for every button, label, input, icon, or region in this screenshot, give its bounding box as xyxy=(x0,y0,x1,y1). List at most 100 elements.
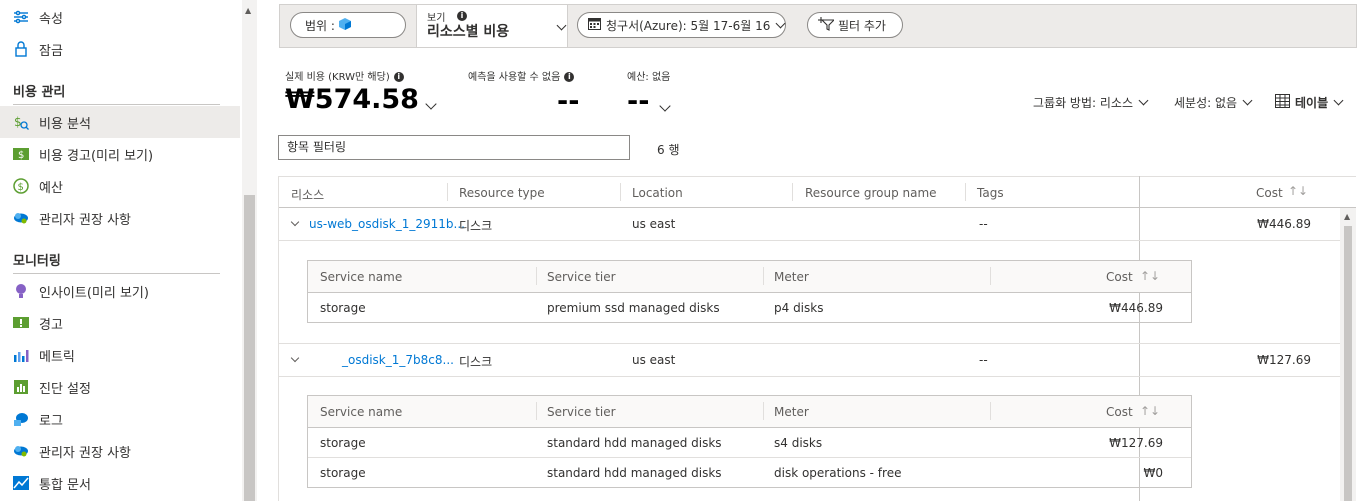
scrollbar-thumb[interactable] xyxy=(244,195,255,501)
sidebar-item-label: 잠금 xyxy=(39,43,63,59)
sub-col-service[interactable]: Service name xyxy=(320,405,402,419)
metrics-icon xyxy=(13,347,29,363)
sub-col-service[interactable]: Service name xyxy=(320,270,402,284)
actual-cost-amount: ₩574.58 xyxy=(285,84,419,115)
col-header-type[interactable]: Resource type xyxy=(459,186,545,200)
sidebar-item-insights[interactable]: 인사이트(미리 보기) xyxy=(0,275,240,307)
resource-cube-icon xyxy=(338,17,351,33)
date-range-value: 청구서(Azure): 5월 17-6월 16 xyxy=(606,18,771,33)
toolbar: 범위 : 보기 i 리소스별 비용 청구서(Azure): 5월 17-6월 1… xyxy=(279,4,1357,48)
sidebar-scrollbar[interactable]: ▲ xyxy=(242,0,257,501)
sidebar-item-properties[interactable]: 속성 xyxy=(0,1,240,33)
sub-col-tier[interactable]: Service tier xyxy=(547,270,616,284)
sidebar-item-label: 경고 xyxy=(39,317,63,333)
table-icon xyxy=(1275,94,1290,111)
sidebar-item-label: 진단 설정 xyxy=(39,381,91,397)
location: us east xyxy=(632,353,676,367)
sidebar-item-label: 인사이트(미리 보기) xyxy=(39,285,149,301)
workbooks-icon xyxy=(13,475,29,491)
col-header-cost[interactable]: Cost xyxy=(1256,186,1283,200)
view-selector[interactable]: 보기 i 리소스별 비용 xyxy=(416,5,568,47)
sub-table-header: Service name Service tier Meter Cost ↑↓ xyxy=(308,396,1191,428)
forecast-value: -- xyxy=(557,86,580,117)
actual-cost-value[interactable]: ₩574.58 xyxy=(285,84,437,115)
granularity-dropdown[interactable]: 세분성: 없음 xyxy=(1174,94,1253,111)
chevron-down-icon[interactable] xyxy=(290,217,300,227)
cost-analysis-icon: $ xyxy=(13,114,29,130)
sidebar-item-label: 예산 xyxy=(39,180,63,196)
info-icon: i xyxy=(393,72,404,82)
col-header-tags[interactable]: Tags xyxy=(977,186,1004,200)
add-filter-button[interactable]: 필터 추가 xyxy=(807,12,903,38)
sidebar-item-cost-alerts[interactable]: $ 비용 경고(미리 보기) xyxy=(0,138,240,170)
table-row[interactable]: us-web_osdisk_1_2911b... 디스크 us east -- … xyxy=(279,208,1340,241)
resource-type: 디스크 xyxy=(459,219,493,233)
properties-icon xyxy=(13,9,29,25)
table-scrollbar[interactable]: ▲ xyxy=(1340,208,1356,501)
resource-link[interactable]: _osdisk_1_7b8c8... xyxy=(342,353,454,367)
sort-icon[interactable]: ↑↓ xyxy=(1288,184,1308,198)
sub-table-row: storage standard hdd managed disks disk … xyxy=(308,458,1191,487)
forecast-label: 예측을 사용할 수 없음 i xyxy=(468,68,575,83)
sidebar-item-label: 비용 분석 xyxy=(39,116,91,132)
budget-label: 예산: 없음 xyxy=(627,72,671,83)
sidebar-item-diagnostics[interactable]: 진단 설정 xyxy=(0,371,240,403)
col-header-resource[interactable]: 리소스 xyxy=(291,186,324,203)
budget-value[interactable]: -- xyxy=(627,86,672,117)
sidebar-item-budgets[interactable]: $ 예산 xyxy=(0,170,240,202)
sidebar-item-label: 관리자 권장 사항 xyxy=(39,445,131,461)
column-divider xyxy=(792,183,793,201)
resource-link[interactable]: us-web_osdisk_1_2911b... xyxy=(309,217,465,231)
column-divider xyxy=(620,183,621,201)
resource-type: 디스크 xyxy=(459,355,493,369)
scroll-up-icon[interactable]: ▲ xyxy=(1344,212,1350,221)
table-header: 리소스 Resource type Location Resource grou… xyxy=(279,176,1356,208)
sidebar-item-locks[interactable]: 잠금 xyxy=(0,33,240,65)
sub-col-meter[interactable]: Meter xyxy=(774,405,809,419)
sidebar-item-advisor[interactable]: 관리자 권장 사항 xyxy=(0,202,240,234)
sidebar-item-logs[interactable]: 로그 xyxy=(0,403,240,435)
sort-icon[interactable]: ↑↓ xyxy=(1140,404,1160,418)
meter: s4 disks xyxy=(774,436,823,450)
view-type-dropdown[interactable]: 테이블 xyxy=(1275,94,1344,111)
sub-col-meter[interactable]: Meter xyxy=(774,270,809,284)
service-name: storage xyxy=(320,466,366,480)
group-by-dropdown[interactable]: 그룹화 방법: 리소스 xyxy=(1033,94,1149,111)
sub-col-tier[interactable]: Service tier xyxy=(547,405,616,419)
group-by-label: 그룹화 방법: 리소스 xyxy=(1033,96,1133,110)
service-tier: premium ssd managed disks xyxy=(547,301,720,315)
date-range-pill[interactable]: 청구서(Azure): 5월 17-6월 16 xyxy=(577,12,786,38)
logs-icon xyxy=(13,411,29,427)
sidebar-item-label: 로그 xyxy=(39,413,63,429)
sub-col-cost[interactable]: Cost xyxy=(1106,270,1133,284)
table-row[interactable]: _osdisk_1_7b8c8... 디스크 us east -- ₩127.6… xyxy=(279,343,1340,377)
chevron-down-icon xyxy=(1138,95,1149,106)
filter-items-input[interactable]: 항목 필터링 xyxy=(278,135,630,160)
info-icon: i xyxy=(457,11,467,21)
column-divider xyxy=(990,402,991,420)
column-divider xyxy=(990,267,991,285)
chevron-down-icon[interactable] xyxy=(290,353,300,363)
scroll-up-icon[interactable]: ▲ xyxy=(245,6,251,15)
sidebar-item-advisor-2[interactable]: 관리자 권장 사항 xyxy=(0,435,240,467)
info-icon: i xyxy=(564,72,575,82)
column-divider xyxy=(536,402,537,420)
scrollbar-thumb[interactable] xyxy=(1344,226,1352,501)
scope-pill[interactable]: 범위 : xyxy=(290,12,406,38)
actual-cost-label-text: 실제 비용 (KRW만 해당) xyxy=(285,72,390,83)
column-divider xyxy=(447,183,448,201)
col-header-group[interactable]: Resource group name xyxy=(805,186,937,200)
cost-value: ₩127.69 xyxy=(1109,436,1163,450)
sidebar-item-alerts[interactable]: 경고 xyxy=(0,307,240,339)
calendar-icon xyxy=(588,17,601,33)
col-header-location[interactable]: Location xyxy=(632,186,683,200)
sidebar-item-label: 비용 경고(미리 보기) xyxy=(39,148,154,164)
insights-icon xyxy=(13,283,29,299)
sub-col-cost[interactable]: Cost xyxy=(1106,405,1133,419)
sidebar-item-cost-analysis[interactable]: $ 비용 분석 xyxy=(0,106,240,138)
sort-icon[interactable]: ↑↓ xyxy=(1140,269,1160,283)
sidebar-item-metrics[interactable]: 메트릭 xyxy=(0,339,240,371)
scope-label: 범위 : xyxy=(305,18,335,33)
sidebar-item-workbooks[interactable]: 통합 문서 xyxy=(0,467,240,499)
service-name: storage xyxy=(320,436,366,450)
